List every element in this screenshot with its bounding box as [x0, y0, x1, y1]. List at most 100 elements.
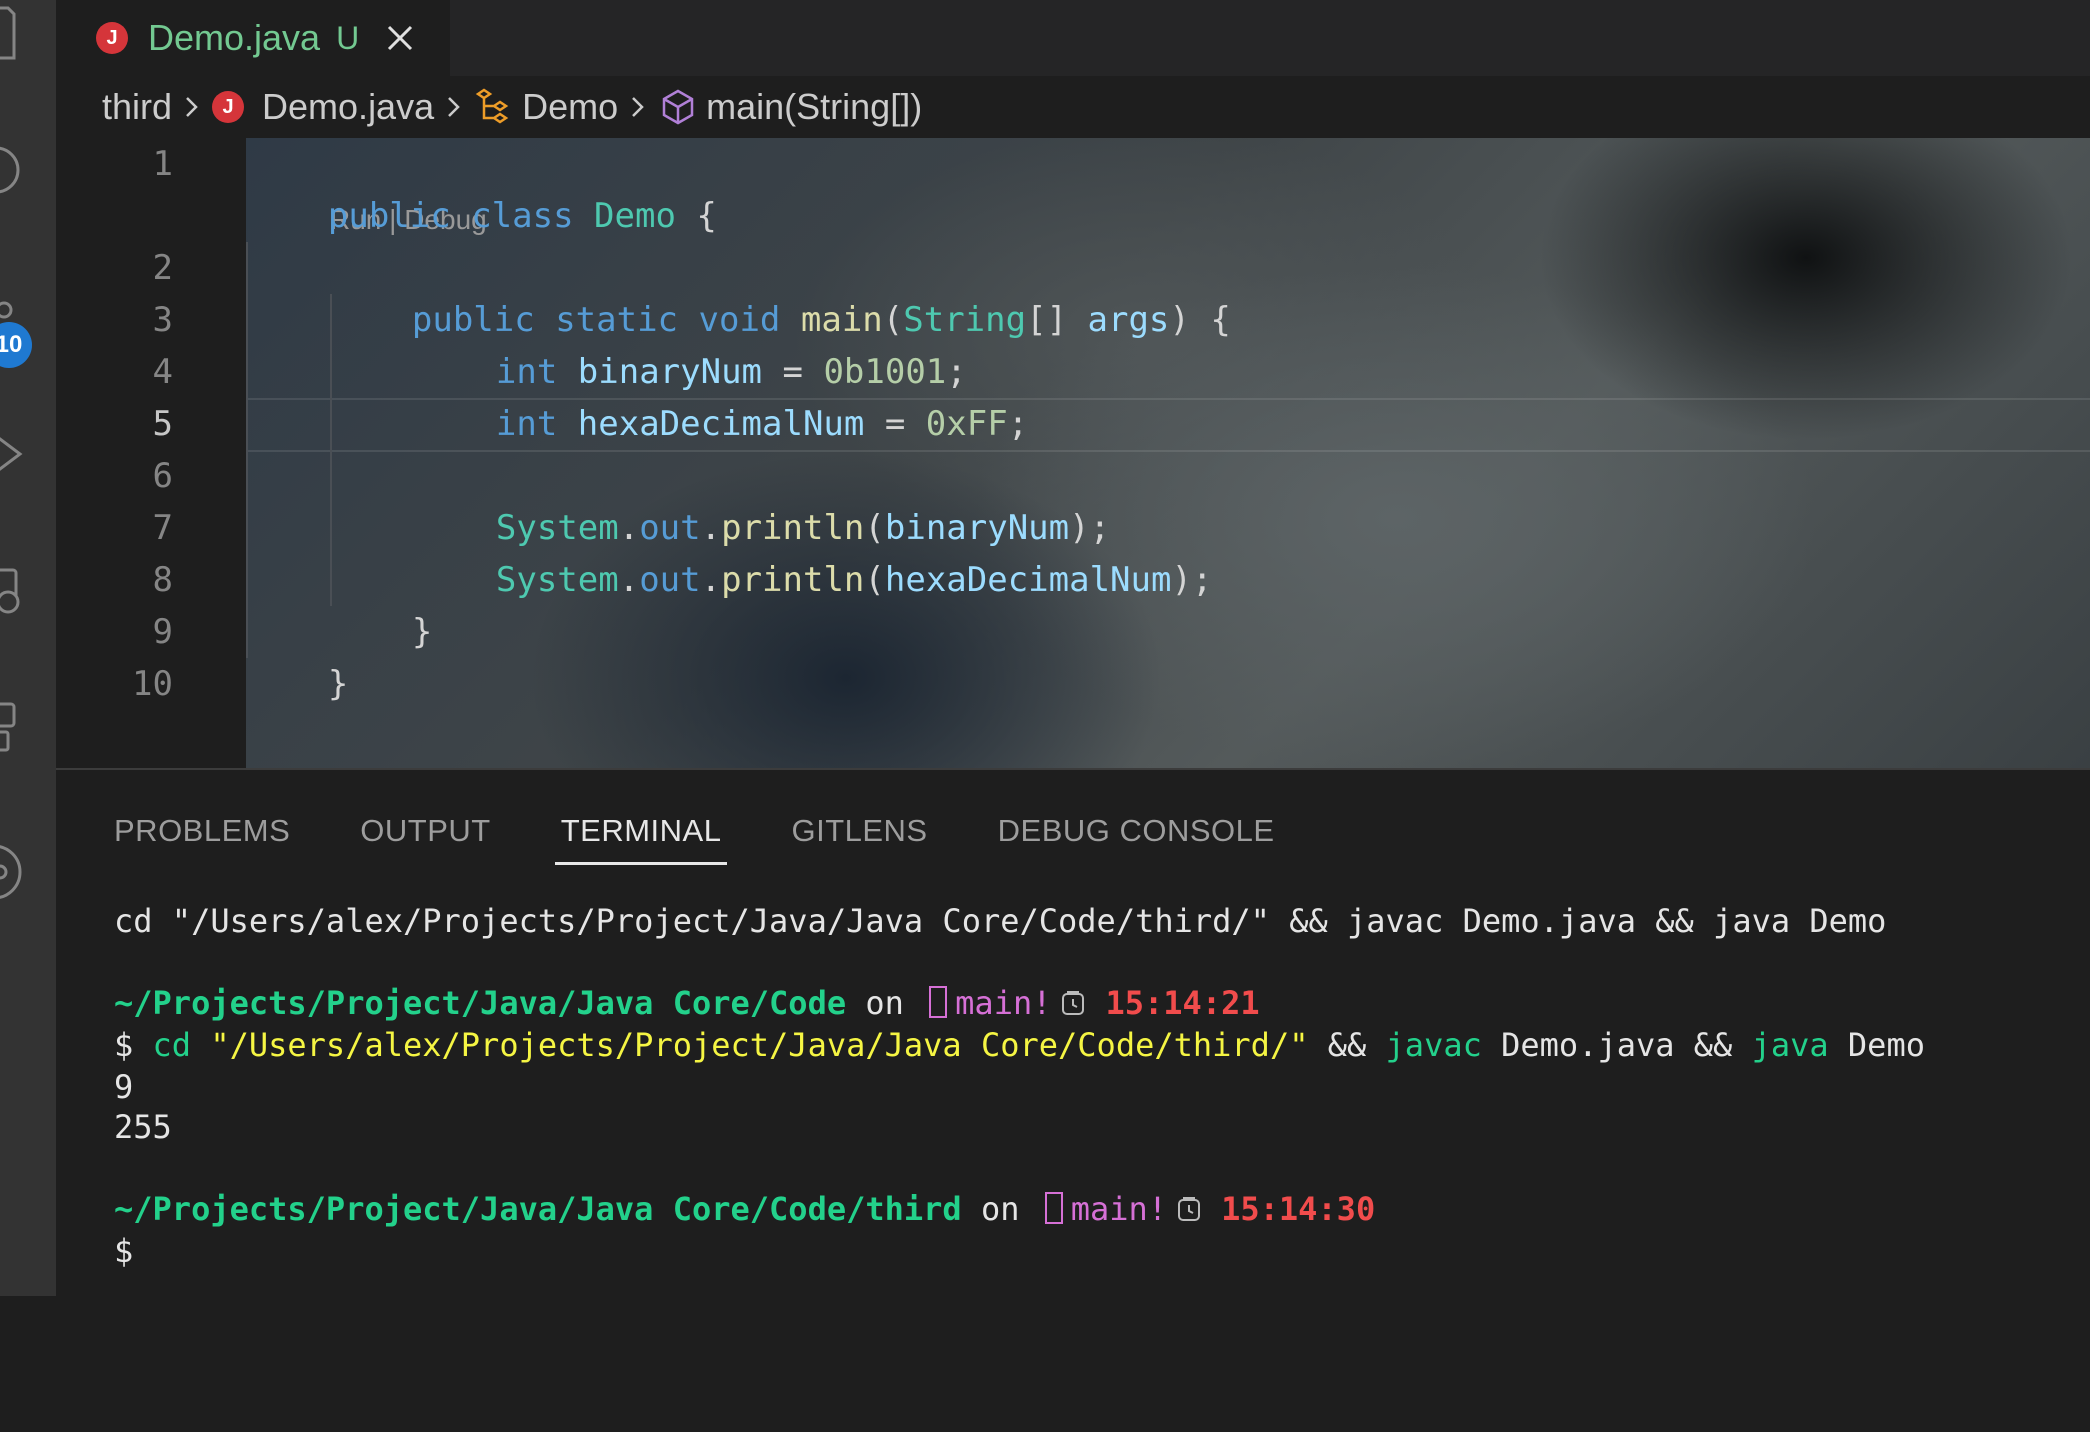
terminal-prompt: ~/Projects/Project/Java/Java Core/Code o…	[114, 982, 1260, 1024]
chevron-right-icon	[444, 92, 464, 122]
cmd-path-string: "/Users/alex/Projects/Project/Java/Java …	[210, 1026, 1309, 1064]
java-file-icon: J	[96, 22, 128, 54]
editor-tab-bar: J Demo.java U	[56, 0, 2090, 76]
method-name: println	[721, 560, 865, 600]
code-line-1: public class Demo {	[246, 138, 717, 236]
line-number: 1	[152, 144, 173, 184]
run-debug-icon[interactable]	[0, 424, 56, 484]
breadcrumb-folder[interactable]: third	[102, 86, 172, 128]
tab-demo-java[interactable]: J Demo.java U	[56, 0, 450, 76]
chevron-right-icon	[628, 92, 648, 122]
prompt-time: 15:14:30	[1221, 1190, 1376, 1228]
terminal-output-line: 255	[114, 1108, 172, 1146]
activity-bar: 10	[0, 0, 56, 1296]
cmd-javac: javac	[1385, 1026, 1482, 1064]
code-line-7: System.out.println(hexaDecimalNum);	[414, 502, 1213, 600]
tab-title: Demo.java	[148, 17, 321, 58]
punctuation: );	[1171, 560, 1213, 600]
tab-problems[interactable]: PROBLEMS	[114, 806, 290, 862]
indent-guide	[246, 242, 248, 658]
tab-terminal[interactable]: TERMINAL	[554, 806, 728, 865]
line-number: 5	[152, 404, 173, 444]
punctuation: []	[1026, 300, 1088, 340]
cmd-cd: cd	[152, 1026, 192, 1064]
terminal-input-prompt[interactable]: $	[114, 1230, 133, 1272]
line-number: 9	[152, 612, 173, 652]
breadcrumb-file[interactable]: J Demo.java	[212, 86, 434, 128]
punctuation: {	[675, 196, 717, 236]
cmd-and: &&	[1308, 1026, 1386, 1064]
tab-debug-console[interactable]: DEBUG CONSOLE	[998, 806, 1275, 862]
breadcrumb-method[interactable]: main(String[])	[658, 86, 922, 128]
line-number: 8	[152, 560, 173, 600]
line-number: 2	[152, 248, 173, 288]
cmd-java: java	[1751, 1026, 1829, 1064]
class-symbol-icon	[475, 88, 509, 124]
line-number: 4	[152, 352, 173, 392]
operator: =	[864, 404, 926, 444]
cmd-space	[191, 1026, 210, 1064]
punctuation: .	[700, 560, 722, 600]
code-line-2: public static void main(String[] args) {	[330, 242, 1231, 340]
keyword: int	[495, 404, 558, 444]
breadcrumb-method-label: main(String[])	[706, 86, 923, 127]
git-branch-icon	[1044, 1192, 1063, 1224]
untracked-status-badge: U	[336, 19, 360, 56]
tab-output[interactable]: OUTPUT	[360, 806, 490, 862]
prompt-branch: main!	[1070, 1190, 1168, 1228]
closing-brace: }	[411, 612, 433, 652]
field-name: out	[639, 560, 701, 600]
punctuation: .	[618, 560, 640, 600]
panel-tabs: PROBLEMS OUTPUT TERMINAL GITLENS DEBUG C…	[114, 806, 1345, 866]
code-line-9: }	[246, 606, 348, 704]
clock-icon	[1061, 984, 1085, 1026]
method-symbol-icon	[662, 89, 694, 125]
keyword: class	[471, 196, 574, 236]
variable: hexaDecimalNum	[577, 404, 865, 444]
parameter: args	[1087, 300, 1170, 340]
punctuation: ) {	[1169, 300, 1231, 340]
tab-gitlens[interactable]: GITLENS	[791, 806, 927, 862]
code-editor[interactable]: Run | Debug 1 2 3 4 5 6 7 8 9 10 public …	[56, 138, 2090, 768]
breadcrumb-class-label: Demo	[522, 86, 619, 127]
punctuation: (	[864, 560, 885, 600]
terminal-prompt: ~/Projects/Project/Java/Java Core/Code/t…	[114, 1188, 1375, 1230]
terminal-echo-command: cd "/Users/alex/Projects/Project/Java/Ja…	[114, 902, 1887, 940]
breadcrumb: third J Demo.java Demo main(String[])	[56, 76, 2090, 138]
breadcrumb-file-label: Demo.java	[262, 86, 435, 127]
prompt-on: on	[961, 1190, 1039, 1228]
cmd-and: &&	[1674, 1026, 1752, 1064]
bottom-panel: PROBLEMS OUTPUT TERMINAL GITLENS DEBUG C…	[56, 768, 2090, 1296]
line-number: 3	[152, 300, 173, 340]
gitlens-icon[interactable]	[0, 842, 56, 902]
explorer-icon[interactable]	[0, 0, 56, 60]
breadcrumb-class[interactable]: Demo	[474, 86, 618, 128]
code-line-6: System.out.println(binaryNum);	[414, 450, 1110, 548]
prompt-path: ~/Projects/Project/Java/Java Core/Code/t…	[114, 1190, 962, 1228]
extensions-icon[interactable]	[0, 694, 56, 754]
code-line-4: int hexaDecimalNum = 0xFF;	[414, 346, 1028, 444]
cmd-class: Demo	[1828, 1026, 1925, 1064]
prompt-path: ~/Projects/Project/Java/Java Core/Code	[114, 984, 847, 1022]
remote-explorer-icon[interactable]	[0, 562, 56, 622]
terminal[interactable]: cd "/Users/alex/Projects/Project/Java/Ja…	[114, 900, 2090, 1432]
prompt-branch: main!	[955, 984, 1052, 1022]
punctuation: ;	[1007, 404, 1029, 444]
class-name: Demo	[594, 196, 676, 236]
close-icon[interactable]	[385, 23, 415, 53]
class-name: System	[495, 560, 619, 600]
prompt-dollar: $	[114, 1026, 153, 1064]
closing-brace: }	[327, 664, 349, 704]
terminal-command: $ cd "/Users/alex/Projects/Project/Java/…	[114, 1024, 1925, 1066]
line-number: 6	[152, 456, 173, 496]
clock-icon	[1177, 1190, 1201, 1232]
java-file-icon: J	[212, 91, 245, 123]
variable: hexaDecimalNum	[884, 560, 1172, 600]
search-icon[interactable]	[0, 140, 56, 200]
number-literal: 0xFF	[925, 404, 1008, 444]
code-line-3: int binaryNum = 0b1001;	[414, 294, 967, 392]
terminal-output-line: 9	[114, 1068, 134, 1106]
chevron-right-icon	[182, 92, 202, 122]
keyword: public	[327, 196, 451, 236]
line-number: 7	[152, 508, 173, 548]
